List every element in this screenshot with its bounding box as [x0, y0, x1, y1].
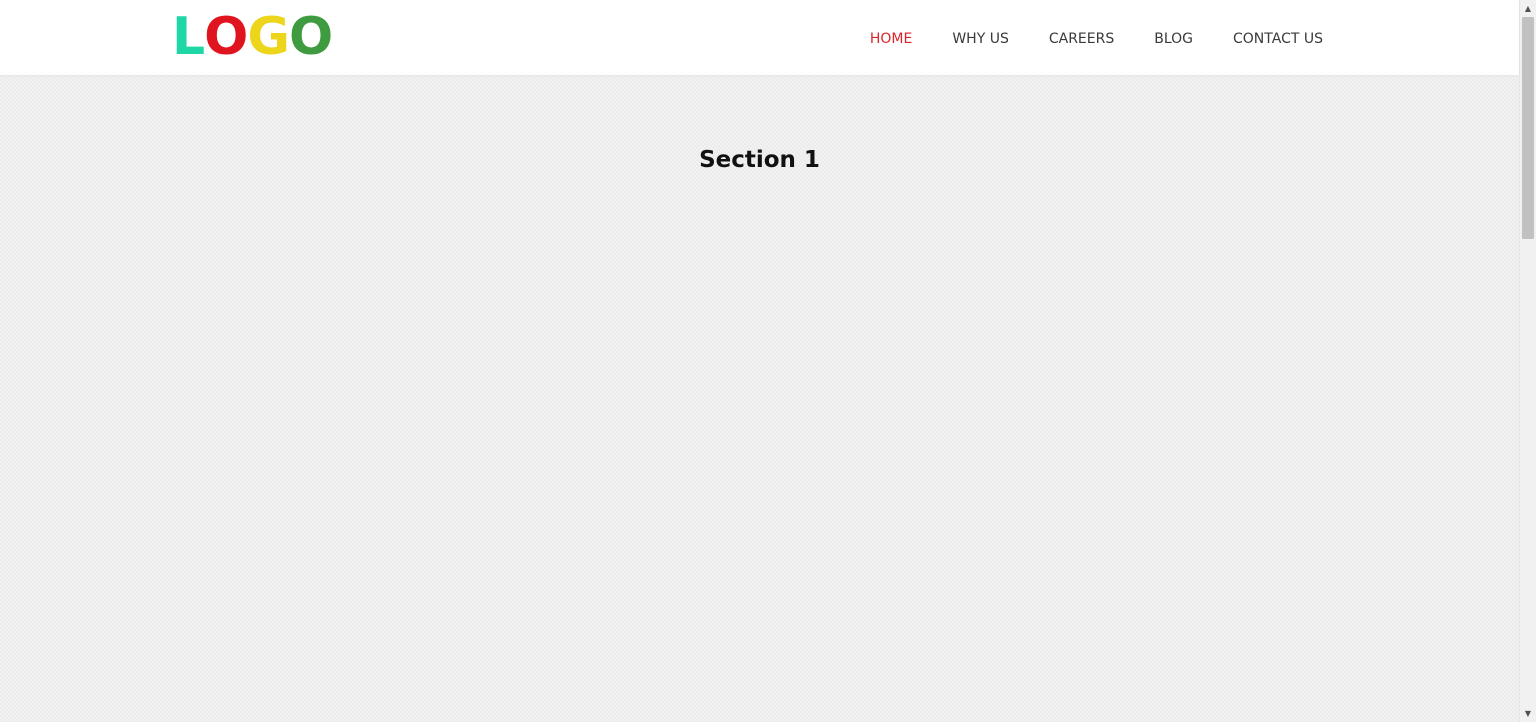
logo-letter: O	[204, 7, 248, 67]
browser-viewport: L O G O HOME WHY US CAREERS BLOG CONTACT…	[0, 0, 1536, 722]
main-nav: HOME WHY US CAREERS BLOG CONTACT US	[830, 0, 1323, 78]
logo-letter: L	[172, 7, 205, 67]
nav-item-contact-us[interactable]: CONTACT US	[1233, 31, 1323, 47]
section-1: Section 1	[0, 75, 1519, 722]
nav-item-home[interactable]: HOME	[870, 31, 912, 47]
scrollbar-thumb[interactable]	[1522, 17, 1534, 239]
nav-item-why-us[interactable]: WHY US	[952, 31, 1009, 47]
site-logo[interactable]: L O G O	[172, 7, 333, 67]
logo-letter: O	[289, 7, 333, 67]
section-title: Section 1	[699, 147, 820, 173]
triangle-up-icon[interactable]: ▲	[1520, 0, 1536, 17]
triangle-down-icon[interactable]: ▼	[1520, 705, 1536, 722]
nav-item-blog[interactable]: BLOG	[1154, 31, 1193, 47]
logo-letter: G	[247, 7, 290, 67]
site-header: L O G O HOME WHY US CAREERS BLOG CONTACT…	[0, 0, 1519, 75]
vertical-scrollbar[interactable]: ▲ ▼	[1519, 0, 1536, 722]
nav-item-careers[interactable]: CAREERS	[1049, 31, 1114, 47]
